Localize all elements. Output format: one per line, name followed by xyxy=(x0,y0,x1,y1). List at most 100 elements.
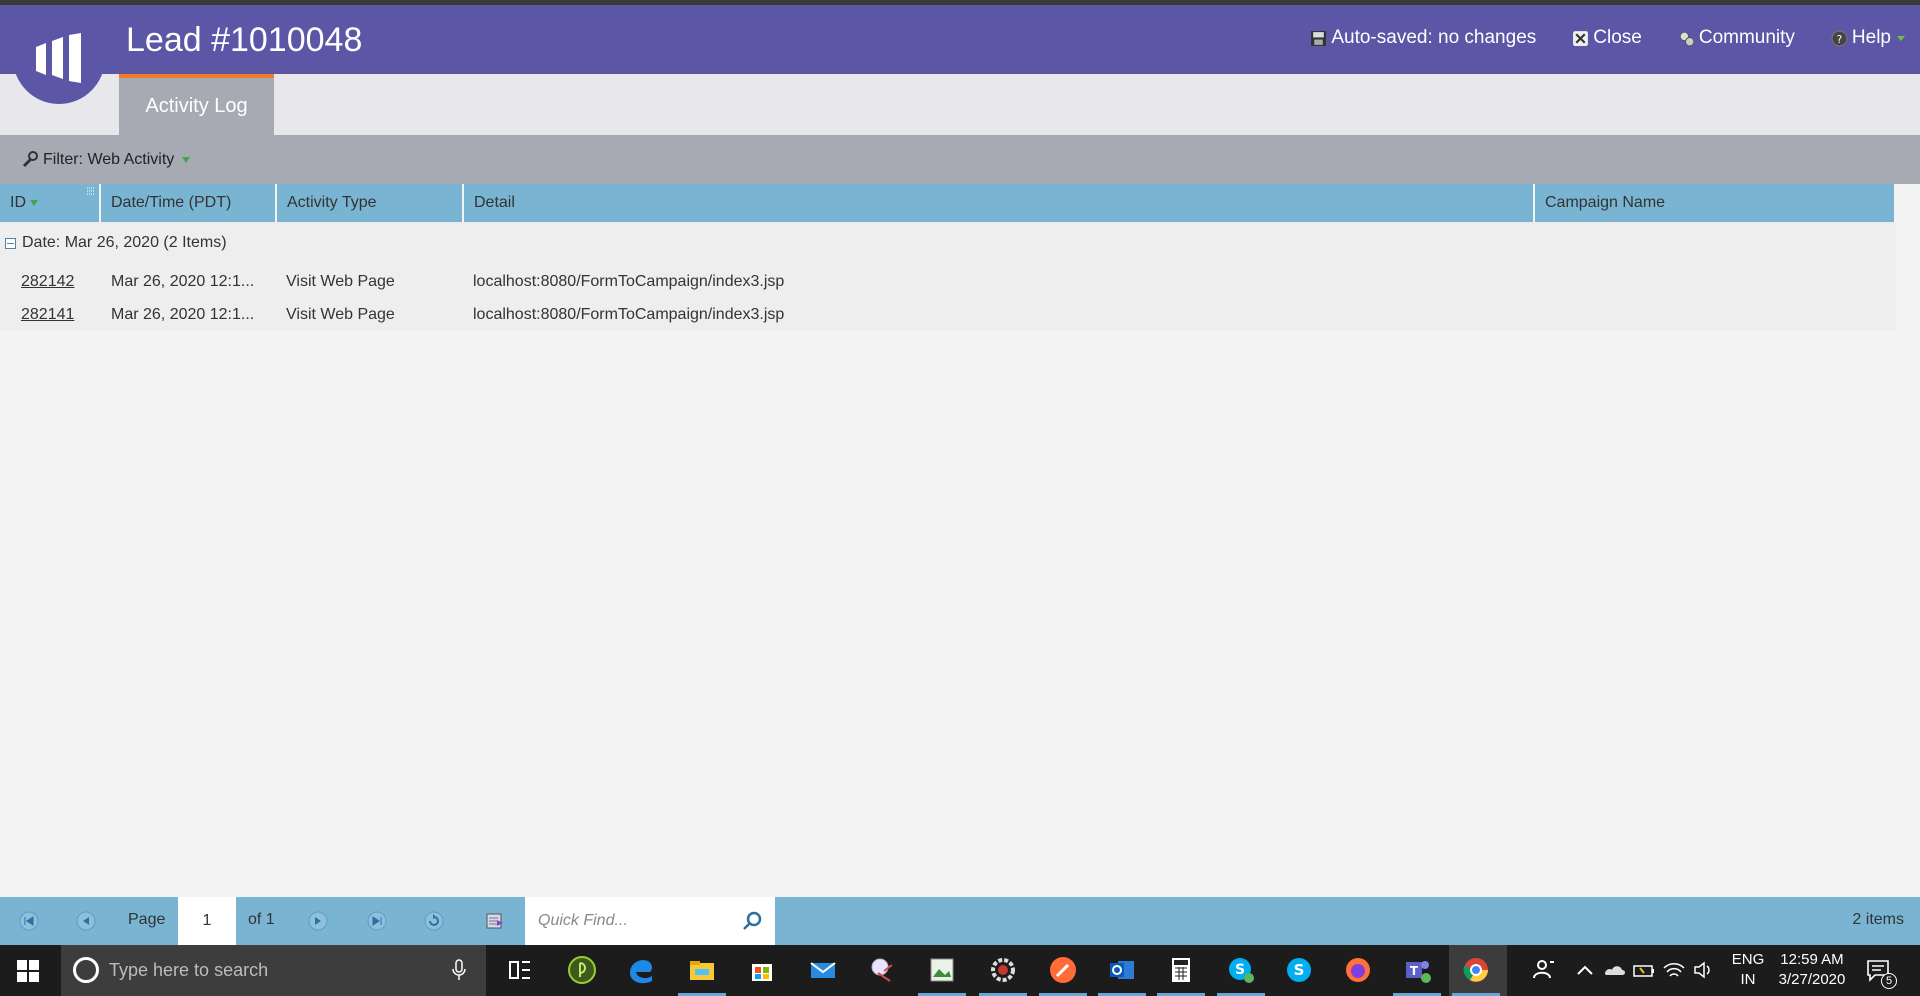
column-header-label: Detail xyxy=(474,194,515,211)
cortana-icon xyxy=(73,957,99,983)
microphone-icon[interactable] xyxy=(452,959,466,981)
close-button[interactable]: Close xyxy=(1572,27,1642,49)
file-explorer-icon[interactable] xyxy=(686,954,718,986)
skype-business-icon[interactable]: S xyxy=(1225,954,1257,986)
autosave-status[interactable]: Auto-saved: no changes xyxy=(1310,27,1536,49)
app-circle-icon[interactable] xyxy=(566,954,598,986)
collapse-toggle-icon[interactable] xyxy=(5,237,16,249)
pager-bar: Page 1 of 1 Quick Find... 2 items xyxy=(0,897,1920,945)
cell-activity-type: Visit Web Page xyxy=(286,273,395,290)
people-icon[interactable] xyxy=(1528,954,1560,986)
help-icon: ? xyxy=(1831,30,1848,46)
clock-time: 12:59 AM xyxy=(1780,951,1844,968)
save-icon xyxy=(1311,30,1327,46)
page-number-input[interactable]: 1 xyxy=(178,897,236,945)
column-header-label: Date/Time (PDT) xyxy=(111,194,232,211)
cell-detail: localhost:8080/FormToCampaign/index3.jsp xyxy=(473,273,785,290)
quick-find-placeholder: Quick Find... xyxy=(538,912,628,929)
filter-label[interactable]: Filter: Web Activity xyxy=(43,151,174,169)
svg-text:S: S xyxy=(1294,961,1305,979)
postman-icon[interactable] xyxy=(1047,954,1079,986)
photo-app-icon[interactable] xyxy=(926,954,958,986)
clock[interactable]: 12:59 AM 3/27/2020 xyxy=(1776,950,1848,990)
group-row: Date: Mar 26, 2020 (2 Items) xyxy=(5,234,227,252)
wifi-icon[interactable] xyxy=(1662,954,1686,986)
chevron-down-icon[interactable] xyxy=(181,155,191,165)
app-header: Lead #1010048 Auto-saved: no changes Clo… xyxy=(0,5,1920,74)
column-header-id[interactable]: ID xyxy=(0,184,101,222)
column-header-detail[interactable]: Detail xyxy=(464,184,1535,222)
svg-text:S: S xyxy=(1235,962,1245,978)
next-page-icon[interactable] xyxy=(308,911,328,931)
volume-icon[interactable] xyxy=(1692,954,1716,986)
windows-start-icon[interactable] xyxy=(16,959,40,983)
header-actions: Auto-saved: no changes Close Community ?… xyxy=(1274,27,1906,49)
taskbar-search-input[interactable]: Type here to search xyxy=(61,945,486,996)
table-row[interactable]: 282142 Mar 26, 2020 12:1... Visit Web Pa… xyxy=(0,267,1896,297)
firefox-icon[interactable] xyxy=(1342,954,1374,986)
filter-bar: Filter: Web Activity xyxy=(0,135,1920,184)
onedrive-icon[interactable] xyxy=(1602,954,1626,986)
help-label: Help xyxy=(1851,27,1891,48)
grid-header: ID Date/Time (PDT) Activity Type Detail … xyxy=(0,184,1896,222)
activity-id-link[interactable]: 282141 xyxy=(21,306,74,324)
help-menu[interactable]: ? Help xyxy=(1831,27,1906,49)
edge-browser-icon[interactable] xyxy=(625,954,657,986)
items-count: 2 items xyxy=(1852,911,1904,928)
teams-icon[interactable]: T xyxy=(1401,954,1433,986)
column-header-activity-type[interactable]: Activity Type xyxy=(277,184,464,222)
refresh-icon[interactable] xyxy=(424,911,444,931)
community-label: Community xyxy=(1698,27,1795,48)
language-indicator[interactable]: ENG IN xyxy=(1730,950,1766,990)
snip-tool-icon[interactable] xyxy=(867,954,899,986)
column-header-label: Campaign Name xyxy=(1545,194,1666,211)
column-header-datetime[interactable]: Date/Time (PDT) xyxy=(101,184,277,222)
cell-datetime: Mar 26, 2020 12:1... xyxy=(111,306,255,323)
last-page-icon[interactable] xyxy=(367,911,387,931)
settings-gear-icon[interactable] xyxy=(987,954,1019,986)
close-label: Close xyxy=(1593,27,1642,48)
first-page-icon[interactable] xyxy=(19,911,39,931)
windows-taskbar: Type here to search S S T ENG IN 12:59 A… xyxy=(0,945,1920,996)
community-icon xyxy=(1679,31,1695,46)
column-header-campaign-name[interactable]: Campaign Name xyxy=(1535,184,1896,222)
battery-icon[interactable] xyxy=(1632,954,1656,986)
marketo-logo[interactable] xyxy=(13,12,105,104)
previous-page-icon[interactable] xyxy=(76,911,96,931)
calculator-icon[interactable] xyxy=(1165,954,1197,986)
export-icon[interactable] xyxy=(485,911,505,931)
logo-bars-icon xyxy=(36,33,81,83)
grid-body: Date: Mar 26, 2020 (2 Items) 282142 Mar … xyxy=(0,222,1896,330)
page-label: Page xyxy=(128,911,166,928)
store-icon[interactable] xyxy=(746,954,778,986)
action-center-icon[interactable]: 5 xyxy=(1865,956,1897,989)
sort-desc-icon xyxy=(30,200,38,206)
clock-date: 3/27/2020 xyxy=(1778,971,1846,988)
column-menu-icon[interactable] xyxy=(86,186,96,196)
group-label: Date: Mar 26, 2020 (2 Items) xyxy=(22,234,227,251)
close-icon xyxy=(1573,30,1589,46)
tab-activity-log[interactable]: Activity Log xyxy=(119,74,274,135)
language-line2: IN xyxy=(1740,971,1756,988)
chrome-icon[interactable] xyxy=(1460,954,1492,986)
chevron-up-icon[interactable] xyxy=(1574,954,1596,986)
activity-id-link[interactable]: 282142 xyxy=(21,273,74,291)
mail-icon[interactable] xyxy=(807,954,839,986)
cell-datetime: Mar 26, 2020 12:1... xyxy=(111,273,255,290)
outlook-icon[interactable] xyxy=(1106,954,1138,986)
quick-find-input[interactable]: Quick Find... xyxy=(525,897,775,945)
autosave-label: Auto-saved: no changes xyxy=(1331,27,1537,48)
table-row[interactable]: 282141 Mar 26, 2020 12:1... Visit Web Pa… xyxy=(0,300,1896,330)
tab-bar: Activity Log xyxy=(0,74,1920,135)
column-header-label: Activity Type xyxy=(287,194,377,211)
task-view-icon[interactable] xyxy=(504,954,536,986)
taskbar-search-placeholder: Type here to search xyxy=(109,960,269,980)
language-line1: ENG xyxy=(1731,951,1765,968)
chevron-down-icon xyxy=(1897,36,1905,41)
page-total-label: of 1 xyxy=(248,911,275,928)
skype-icon[interactable]: S xyxy=(1283,954,1315,986)
page-title: Lead #1010048 xyxy=(126,21,363,59)
notification-count-badge: 5 xyxy=(1881,973,1897,989)
community-link[interactable]: Community xyxy=(1678,27,1795,49)
search-icon[interactable] xyxy=(741,910,763,932)
